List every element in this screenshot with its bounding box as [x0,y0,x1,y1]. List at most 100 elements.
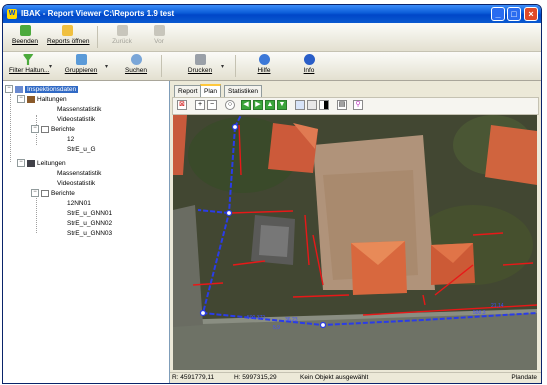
tree-node-item[interactable]: 12 [67,135,74,145]
tree-node-item[interactable]: Massenstatistik [57,169,101,179]
status-r-coordinate: R: 4591779,11 [172,374,215,381]
tab-plan[interactable]: Plan [200,84,222,98]
tree-node-haltungen[interactable]: − Haltungen [17,95,67,105]
tree-node-berichte[interactable]: − Berichte [31,125,75,135]
tree-node-item[interactable]: StrE_u_GNN02 [67,219,112,229]
grid-icon[interactable] [307,100,317,110]
suchen-button[interactable]: Suchen [121,54,151,78]
collapse-icon[interactable]: − [31,125,39,134]
tree-node-item[interactable]: StrE_u_G [67,145,96,155]
tree-node-leitungen[interactable]: − Leitungen [17,159,66,169]
group-icon [75,54,87,65]
status-h-coordinate: H: 5997315,29 [234,374,277,381]
tree-node-berichte[interactable]: − Berichte [31,189,75,199]
info-button[interactable]: Info [299,54,319,78]
printer-icon [194,54,206,65]
tree-label: StrE_u_GNN03 [67,230,113,237]
tree-label: 12NN01 [67,200,91,207]
app-window: W IBAK - Report Viewer C:\Reports 1.9 te… [2,4,542,384]
tab-report[interactable]: Report [174,85,202,97]
hilfe-button[interactable]: Hilfe [253,54,275,78]
map-label: 500.372 [247,315,265,321]
collapse-icon[interactable]: − [17,95,25,104]
reports-oeffnen-button[interactable]: Reports öffnen [47,25,90,49]
toolbar-separator [97,26,98,48]
collapse-icon[interactable]: − [5,85,13,94]
map-label: 21,14 [491,303,504,309]
gruppieren-label: Gruppieren [64,67,98,74]
tree-node-item[interactable]: 12NN01 [67,199,91,209]
tree-node-item[interactable]: Videostatistik [57,115,95,125]
ibak-logo-icon: W [7,9,17,19]
tree-label: StrE_u_G [67,146,96,153]
zoom-out-icon[interactable]: − [207,100,217,110]
vor-label: Vor [154,38,164,45]
drucken-dropdown-icon[interactable]: ▾ [221,63,224,70]
secondary-toolbar: Filter Haltun... ▾ Gruppieren ▾ Suchen D… [3,52,541,81]
pan-down-icon[interactable]: ▼ [277,100,287,110]
status-message: Kein Objekt ausgewählt [300,374,369,381]
gruppieren-dropdown-icon[interactable]: ▾ [105,63,108,70]
map-canvas: 500.372 36,23 5,9 21,14 500.3 [173,115,537,370]
beenden-label: Beenden [11,38,39,45]
tree-node-item[interactable]: Massenstatistik [57,105,101,115]
suchen-label: Suchen [124,67,148,74]
pipe-network-icon [27,159,35,167]
content-pane: Report Plan Statistiken ⊠ + − ○ ◀ ▶ ▲ ▼ … [170,81,541,383]
tab-statistiken[interactable]: Statistiken [224,85,262,97]
maximize-button[interactable]: □ [507,7,521,21]
tree-node-item[interactable]: StrE_u_GNN03 [67,229,112,239]
zoom-in-icon[interactable]: + [195,100,205,110]
info-icon [303,54,315,65]
back-arrow-icon [116,25,128,36]
vor-button[interactable]: Vor [147,25,171,49]
map-label: 5,9 [273,325,280,331]
tree-label: Berichte [51,190,75,197]
toolbar-separator [235,55,236,77]
pan-left-icon[interactable]: ◀ [241,100,251,110]
info-label: Info [303,67,315,74]
tree-label: Leitungen [37,160,66,167]
filter-label: Filter Haltun... [9,67,50,74]
beenden-button[interactable]: Beenden [11,25,39,49]
filter-button[interactable]: Filter Haltun... [9,54,50,78]
status-mode: Plandate [511,374,537,381]
tree-label: Inspektionsdaten [25,86,79,93]
map-label: 500.3 [473,310,486,316]
drucken-label: Drucken [187,67,213,74]
status-bar: R: 4591779,11 H: 5997315,29 Kein Objekt … [170,372,541,383]
tree-node-item[interactable]: StrE_u_GNN01 [67,209,112,219]
plan-toolbar: ⊠ + − ○ ◀ ▶ ▲ ▼ ▤ ⚲ [172,97,539,115]
collapse-icon[interactable]: − [31,189,39,198]
pan-up-icon[interactable]: ▲ [265,100,275,110]
aerial-map[interactable]: 500.372 36,23 5,9 21,14 500.3 [173,115,537,370]
tree-label: StrE_u_GNN01 [67,210,113,217]
tab-strip: Report Plan Statistiken [170,84,541,98]
tree-node-item[interactable]: Videostatistik [57,179,95,189]
layer-icon[interactable] [295,100,305,110]
toolbar-separator [161,55,162,77]
reports-oeffnen-label: Reports öffnen [47,38,90,45]
pan-right-icon[interactable]: ▶ [253,100,263,110]
inspection-tree[interactable]: − Inspektionsdaten − Haltungen Massenstati… [3,81,170,383]
folder-open-icon [61,25,73,36]
collapse-icon[interactable]: − [17,159,25,168]
tree-node-root[interactable]: − Inspektionsdaten [5,85,79,95]
forward-arrow-icon [153,25,165,36]
minimize-button[interactable]: _ [491,7,505,21]
database-icon [15,85,23,93]
close-button[interactable]: × [524,7,538,21]
rotate-icon[interactable]: ○ [225,100,235,110]
search-plan-icon[interactable]: ⚲ [353,100,363,110]
tree-label: Massenstatistik [57,106,102,113]
contrast-icon[interactable] [319,100,329,110]
zurueck-button[interactable]: Zurück [107,25,137,49]
gruppieren-button[interactable]: Gruppieren [61,54,101,78]
report-icon [41,189,49,197]
title-bar[interactable]: W IBAK - Report Viewer C:\Reports 1.9 te… [3,5,541,23]
reset-view-icon[interactable]: ⊠ [177,100,187,110]
tree-line [10,94,11,162]
print-plan-icon[interactable]: ▤ [337,100,347,110]
drucken-button[interactable]: Drucken [183,54,217,78]
filter-dropdown-icon[interactable]: ▾ [49,63,52,70]
